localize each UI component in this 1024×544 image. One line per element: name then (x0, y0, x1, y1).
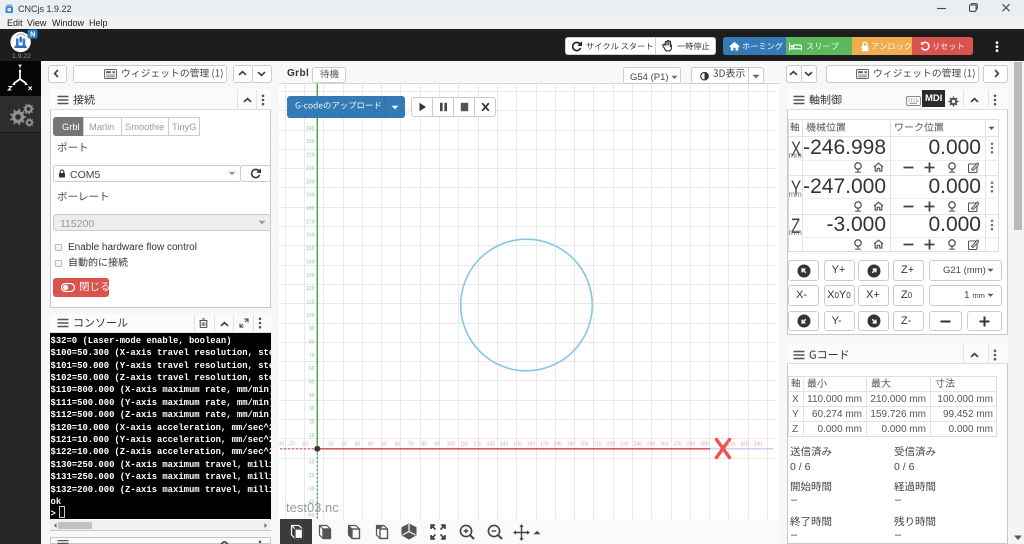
svg-text:10: 10 (309, 433, 315, 439)
svg-text:180: 180 (553, 442, 562, 448)
svg-text:110: 110 (460, 442, 468, 448)
svg-text:190: 190 (306, 193, 315, 199)
svg-text:30: 30 (355, 442, 361, 448)
svg-text:280: 280 (687, 442, 696, 448)
svg-text:80: 80 (309, 340, 315, 346)
svg-text:230: 230 (306, 139, 315, 145)
svg-text:160: 160 (527, 442, 536, 448)
svg-text:150: 150 (306, 246, 315, 252)
svg-text:100: 100 (306, 313, 315, 319)
svg-text:50: 50 (309, 380, 315, 386)
svg-text:-10: -10 (301, 442, 308, 448)
svg-text:200: 200 (306, 179, 315, 185)
svg-text:200: 200 (580, 442, 589, 448)
svg-text:180: 180 (306, 206, 315, 212)
svg-text:-30: -30 (279, 442, 284, 448)
svg-text:140: 140 (306, 259, 315, 265)
svg-text:30: 30 (309, 406, 315, 412)
svg-text:270: 270 (674, 442, 683, 448)
svg-text:120: 120 (306, 286, 315, 292)
svg-text:290: 290 (700, 442, 709, 448)
svg-text:-20: -20 (307, 473, 314, 479)
svg-text:60: 60 (309, 366, 315, 372)
svg-text:220: 220 (306, 153, 315, 159)
svg-text:100: 100 (447, 442, 456, 448)
svg-text:210: 210 (306, 166, 315, 172)
svg-text:150: 150 (513, 442, 522, 448)
svg-text:120: 120 (473, 442, 482, 448)
svg-text:70: 70 (408, 442, 414, 448)
svg-text:330: 330 (754, 442, 763, 448)
svg-text:-10: -10 (307, 460, 314, 466)
svg-text:160: 160 (306, 233, 315, 239)
svg-text:130: 130 (306, 273, 315, 279)
svg-text:40: 40 (368, 442, 374, 448)
svg-text:130: 130 (487, 442, 496, 448)
svg-text:250: 250 (647, 442, 656, 448)
svg-text:260: 260 (660, 442, 669, 448)
svg-text:N: N (30, 32, 35, 39)
svg-text:40: 40 (309, 393, 315, 399)
svg-text:210: 210 (593, 442, 602, 448)
svg-text:70: 70 (309, 353, 315, 359)
svg-text:-30: -30 (307, 486, 314, 492)
svg-text:20: 20 (341, 442, 347, 448)
svg-text:310: 310 (727, 442, 736, 448)
svg-text:10: 10 (328, 442, 334, 448)
svg-text:-20: -20 (287, 442, 294, 448)
svg-text:110: 110 (307, 300, 315, 306)
svg-text:170: 170 (306, 219, 315, 225)
svg-text:240: 240 (634, 442, 643, 448)
svg-text:50: 50 (381, 442, 387, 448)
svg-text:230: 230 (620, 442, 629, 448)
svg-text:190: 190 (567, 442, 576, 448)
svg-text:20: 20 (309, 420, 315, 426)
svg-text:140: 140 (500, 442, 509, 448)
svg-text:90: 90 (435, 442, 441, 448)
svg-text:60: 60 (395, 442, 401, 448)
svg-text:170: 170 (540, 442, 549, 448)
svg-text:320: 320 (740, 442, 749, 448)
svg-text:220: 220 (607, 442, 616, 448)
svg-text:80: 80 (421, 442, 427, 448)
svg-text:240: 240 (306, 126, 315, 132)
svg-text:90: 90 (309, 326, 315, 332)
